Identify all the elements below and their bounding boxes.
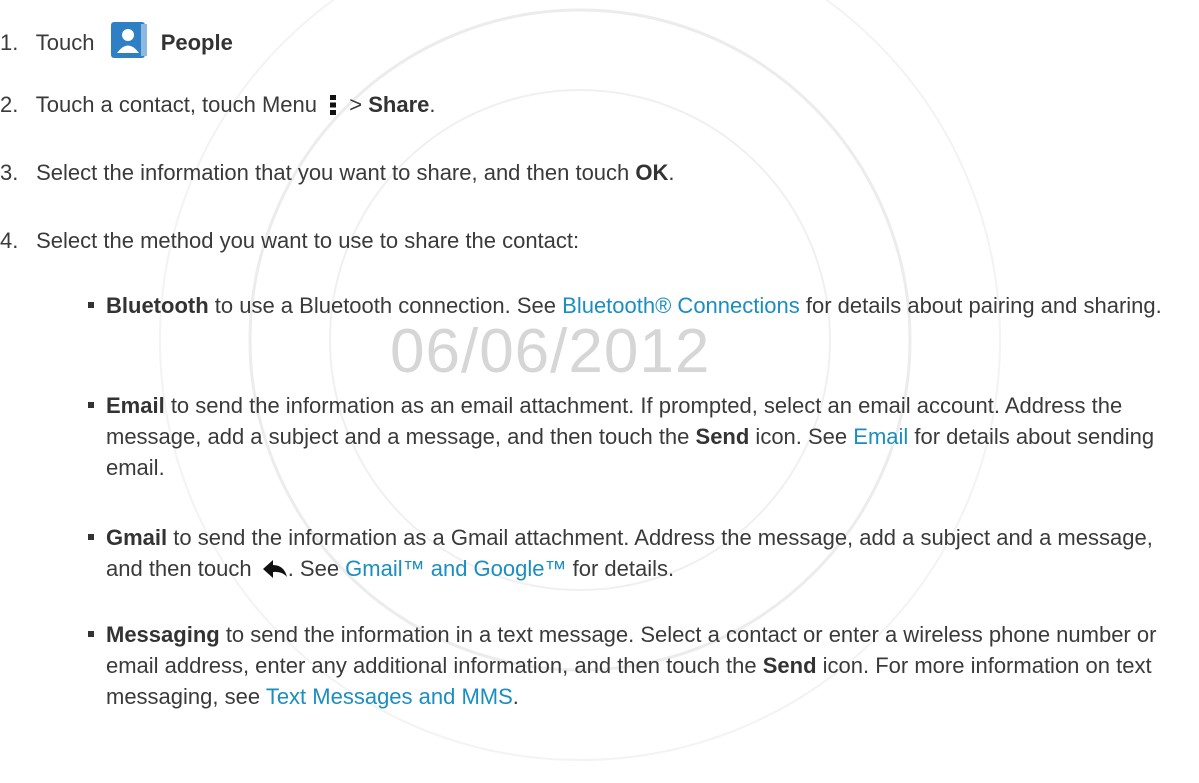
step-2: 2. Touch a contact, touch Menu > Share. [0, 89, 436, 120]
email-link[interactable]: Email [853, 424, 908, 449]
text-run: . See [287, 556, 346, 581]
step-text: Select the information that you want to … [36, 160, 630, 185]
email-label: Email [106, 393, 165, 418]
text-run: to use a Bluetooth connection. See [208, 293, 563, 318]
gmail-google-link[interactable]: Gmail™ and Google™ [345, 556, 566, 581]
bluetooth-connections-link[interactable]: Bluetooth® Connections [562, 293, 800, 318]
bullet-text: Bluetooth to use a Bluetooth connection.… [106, 290, 1186, 321]
step-text: Select the method you want to use to sha… [36, 228, 580, 253]
step-number: 3. [0, 160, 19, 185]
messaging-label: Messaging [106, 622, 220, 647]
step-text: Touch [35, 30, 95, 55]
reply-arrow-icon [262, 560, 287, 578]
bullet-text: Email to send the information as an emai… [106, 390, 1186, 483]
step-text-end: . [429, 92, 436, 117]
text-run: for details. [566, 556, 675, 581]
people-app-icon [110, 22, 147, 58]
step-number: 4. [0, 228, 19, 253]
watermark-date: 06/06/2012 [390, 317, 711, 386]
step-4: 4. Select the method you want to use to … [0, 225, 579, 256]
bullet-marker [88, 302, 94, 308]
text-run: for details about pairing and sharing. [799, 293, 1162, 318]
send-label: Send [762, 653, 817, 678]
step-text: Touch a contact, touch Menu [35, 92, 318, 117]
ok-label: OK [635, 160, 669, 185]
bluetooth-label: Bluetooth [106, 293, 209, 318]
step-text-end: . [668, 160, 675, 185]
bullet-text: Messaging to send the information in a t… [106, 619, 1186, 712]
bullet-marker [88, 534, 94, 540]
step-3: 3. Select the information that you want … [0, 157, 675, 188]
bullet-text: Gmail to send the information as a Gmail… [106, 522, 1186, 584]
share-label: Share [368, 92, 430, 117]
menu-icon [330, 95, 337, 115]
text-messages-mms-link[interactable]: Text Messages and MMS [266, 684, 513, 709]
text-run: . [512, 684, 519, 709]
step-1: 1. Touch People [0, 20, 233, 60]
bullet-marker [88, 402, 94, 408]
send-label: Send [695, 424, 750, 449]
bullet-marker [88, 631, 94, 637]
step-number: 1. [0, 30, 19, 55]
people-label: People [160, 30, 233, 55]
gmail-label: Gmail [106, 525, 168, 550]
step-number: 2. [0, 92, 19, 117]
text-run: icon. See [749, 424, 854, 449]
menu-separator: > [349, 92, 363, 117]
